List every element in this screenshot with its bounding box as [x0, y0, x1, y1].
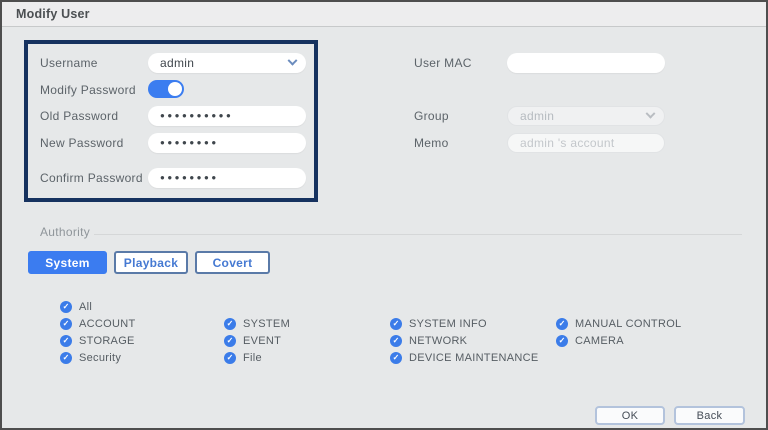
chevron-down-icon — [646, 108, 656, 118]
permission-label: SYSTEM — [243, 318, 290, 330]
ok-button[interactable]: OK — [595, 406, 665, 425]
permission-label: SYSTEM INFO — [409, 318, 487, 330]
permission-label: DEVICE MAINTENANCE — [409, 352, 538, 364]
permission-checkbox-item[interactable]: ✓ MANUAL CONTROL — [556, 315, 756, 332]
authority-section-label: Authority — [40, 225, 90, 239]
checked-checkbox-icon: ✓ — [390, 352, 402, 364]
back-button[interactable]: Back — [674, 406, 745, 425]
permission-label: ACCOUNT — [79, 318, 136, 330]
tab-system[interactable]: System — [28, 251, 107, 274]
checked-checkbox-icon: ✓ — [556, 335, 568, 347]
memo-input[interactable]: admin 's account — [507, 133, 665, 153]
confirm-password-input[interactable]: ●●●●●●●● — [148, 168, 306, 188]
modify-password-label: Modify Password — [40, 80, 136, 100]
checked-checkbox-icon: ✓ — [224, 352, 236, 364]
permission-checkbox-item[interactable]: ✓ File — [224, 349, 390, 366]
new-password-input[interactable]: ●●●●●●●● — [148, 133, 306, 153]
chevron-down-icon — [288, 55, 298, 65]
modify-password-toggle[interactable] — [148, 80, 184, 98]
new-password-value: ●●●●●●●● — [160, 133, 219, 153]
tab-covert[interactable]: Covert — [195, 251, 270, 274]
modify-user-dialog: Modify User Username admin Modify Passwo… — [0, 0, 768, 430]
user-mac-label: User MAC — [414, 53, 472, 73]
checked-checkbox-icon: ✓ — [60, 352, 72, 364]
permission-label: MANUAL CONTROL — [575, 318, 681, 330]
checked-checkbox-icon: ✓ — [60, 335, 72, 347]
username-label: Username — [40, 53, 98, 73]
group-label: Group — [414, 106, 449, 126]
permission-checkbox-item[interactable]: ✓ SYSTEM INFO — [390, 315, 556, 332]
permission-label: File — [243, 352, 262, 364]
dialog-title: Modify User — [16, 7, 90, 21]
permission-checkbox-item[interactable]: ✓ DEVICE MAINTENANCE — [390, 349, 556, 366]
tab-playback[interactable]: Playback — [114, 251, 188, 274]
memo-placeholder: admin 's account — [520, 136, 614, 150]
memo-label: Memo — [414, 133, 449, 153]
permission-checkbox-item[interactable]: ✓ STORAGE — [60, 332, 224, 349]
permission-label: STORAGE — [79, 335, 135, 347]
authority-divider — [94, 234, 742, 235]
permission-checkbox-item[interactable]: ✓ EVENT — [224, 332, 390, 349]
dialog-titlebar: Modify User — [2, 2, 766, 27]
confirm-password-label: Confirm Password — [40, 168, 143, 188]
checked-checkbox-icon: ✓ — [390, 318, 402, 330]
permission-label: CAMERA — [575, 335, 624, 347]
checked-checkbox-icon: ✓ — [60, 318, 72, 330]
permission-checkbox-item[interactable]: ✓ All — [60, 298, 224, 315]
confirm-password-value: ●●●●●●●● — [160, 168, 219, 188]
new-password-label: New Password — [40, 133, 124, 153]
permission-grid: ✓ All ✓ ACCOUNT ✓ SYSTEM ✓ SYSTEM INFO ✓… — [60, 298, 756, 366]
permission-checkbox-item[interactable]: ✓ SYSTEM — [224, 315, 390, 332]
group-value: admin — [520, 109, 554, 123]
user-mac-input[interactable] — [507, 53, 665, 73]
checked-checkbox-icon: ✓ — [556, 318, 568, 330]
permission-label: Security — [79, 352, 121, 364]
username-value: admin — [160, 56, 194, 70]
checked-checkbox-icon: ✓ — [224, 335, 236, 347]
old-password-value: ●●●●●●●●●● — [160, 106, 233, 126]
checked-checkbox-icon: ✓ — [224, 318, 236, 330]
old-password-label: Old Password — [40, 106, 118, 126]
permission-checkbox-item[interactable]: ✓ NETWORK — [390, 332, 556, 349]
permission-label: EVENT — [243, 335, 281, 347]
group-select: admin — [507, 106, 665, 126]
toggle-knob — [168, 82, 182, 96]
old-password-input[interactable]: ●●●●●●●●●● — [148, 106, 306, 126]
permission-checkbox-item[interactable]: ✓ ACCOUNT — [60, 315, 224, 332]
checked-checkbox-icon: ✓ — [390, 335, 402, 347]
permission-label: All — [79, 301, 92, 313]
permission-checkbox-item[interactable]: ✓ Security — [60, 349, 224, 366]
checked-checkbox-icon: ✓ — [60, 301, 72, 313]
username-select[interactable]: admin — [148, 53, 306, 73]
permission-checkbox-item[interactable]: ✓ CAMERA — [556, 332, 756, 349]
permission-label: NETWORK — [409, 335, 467, 347]
